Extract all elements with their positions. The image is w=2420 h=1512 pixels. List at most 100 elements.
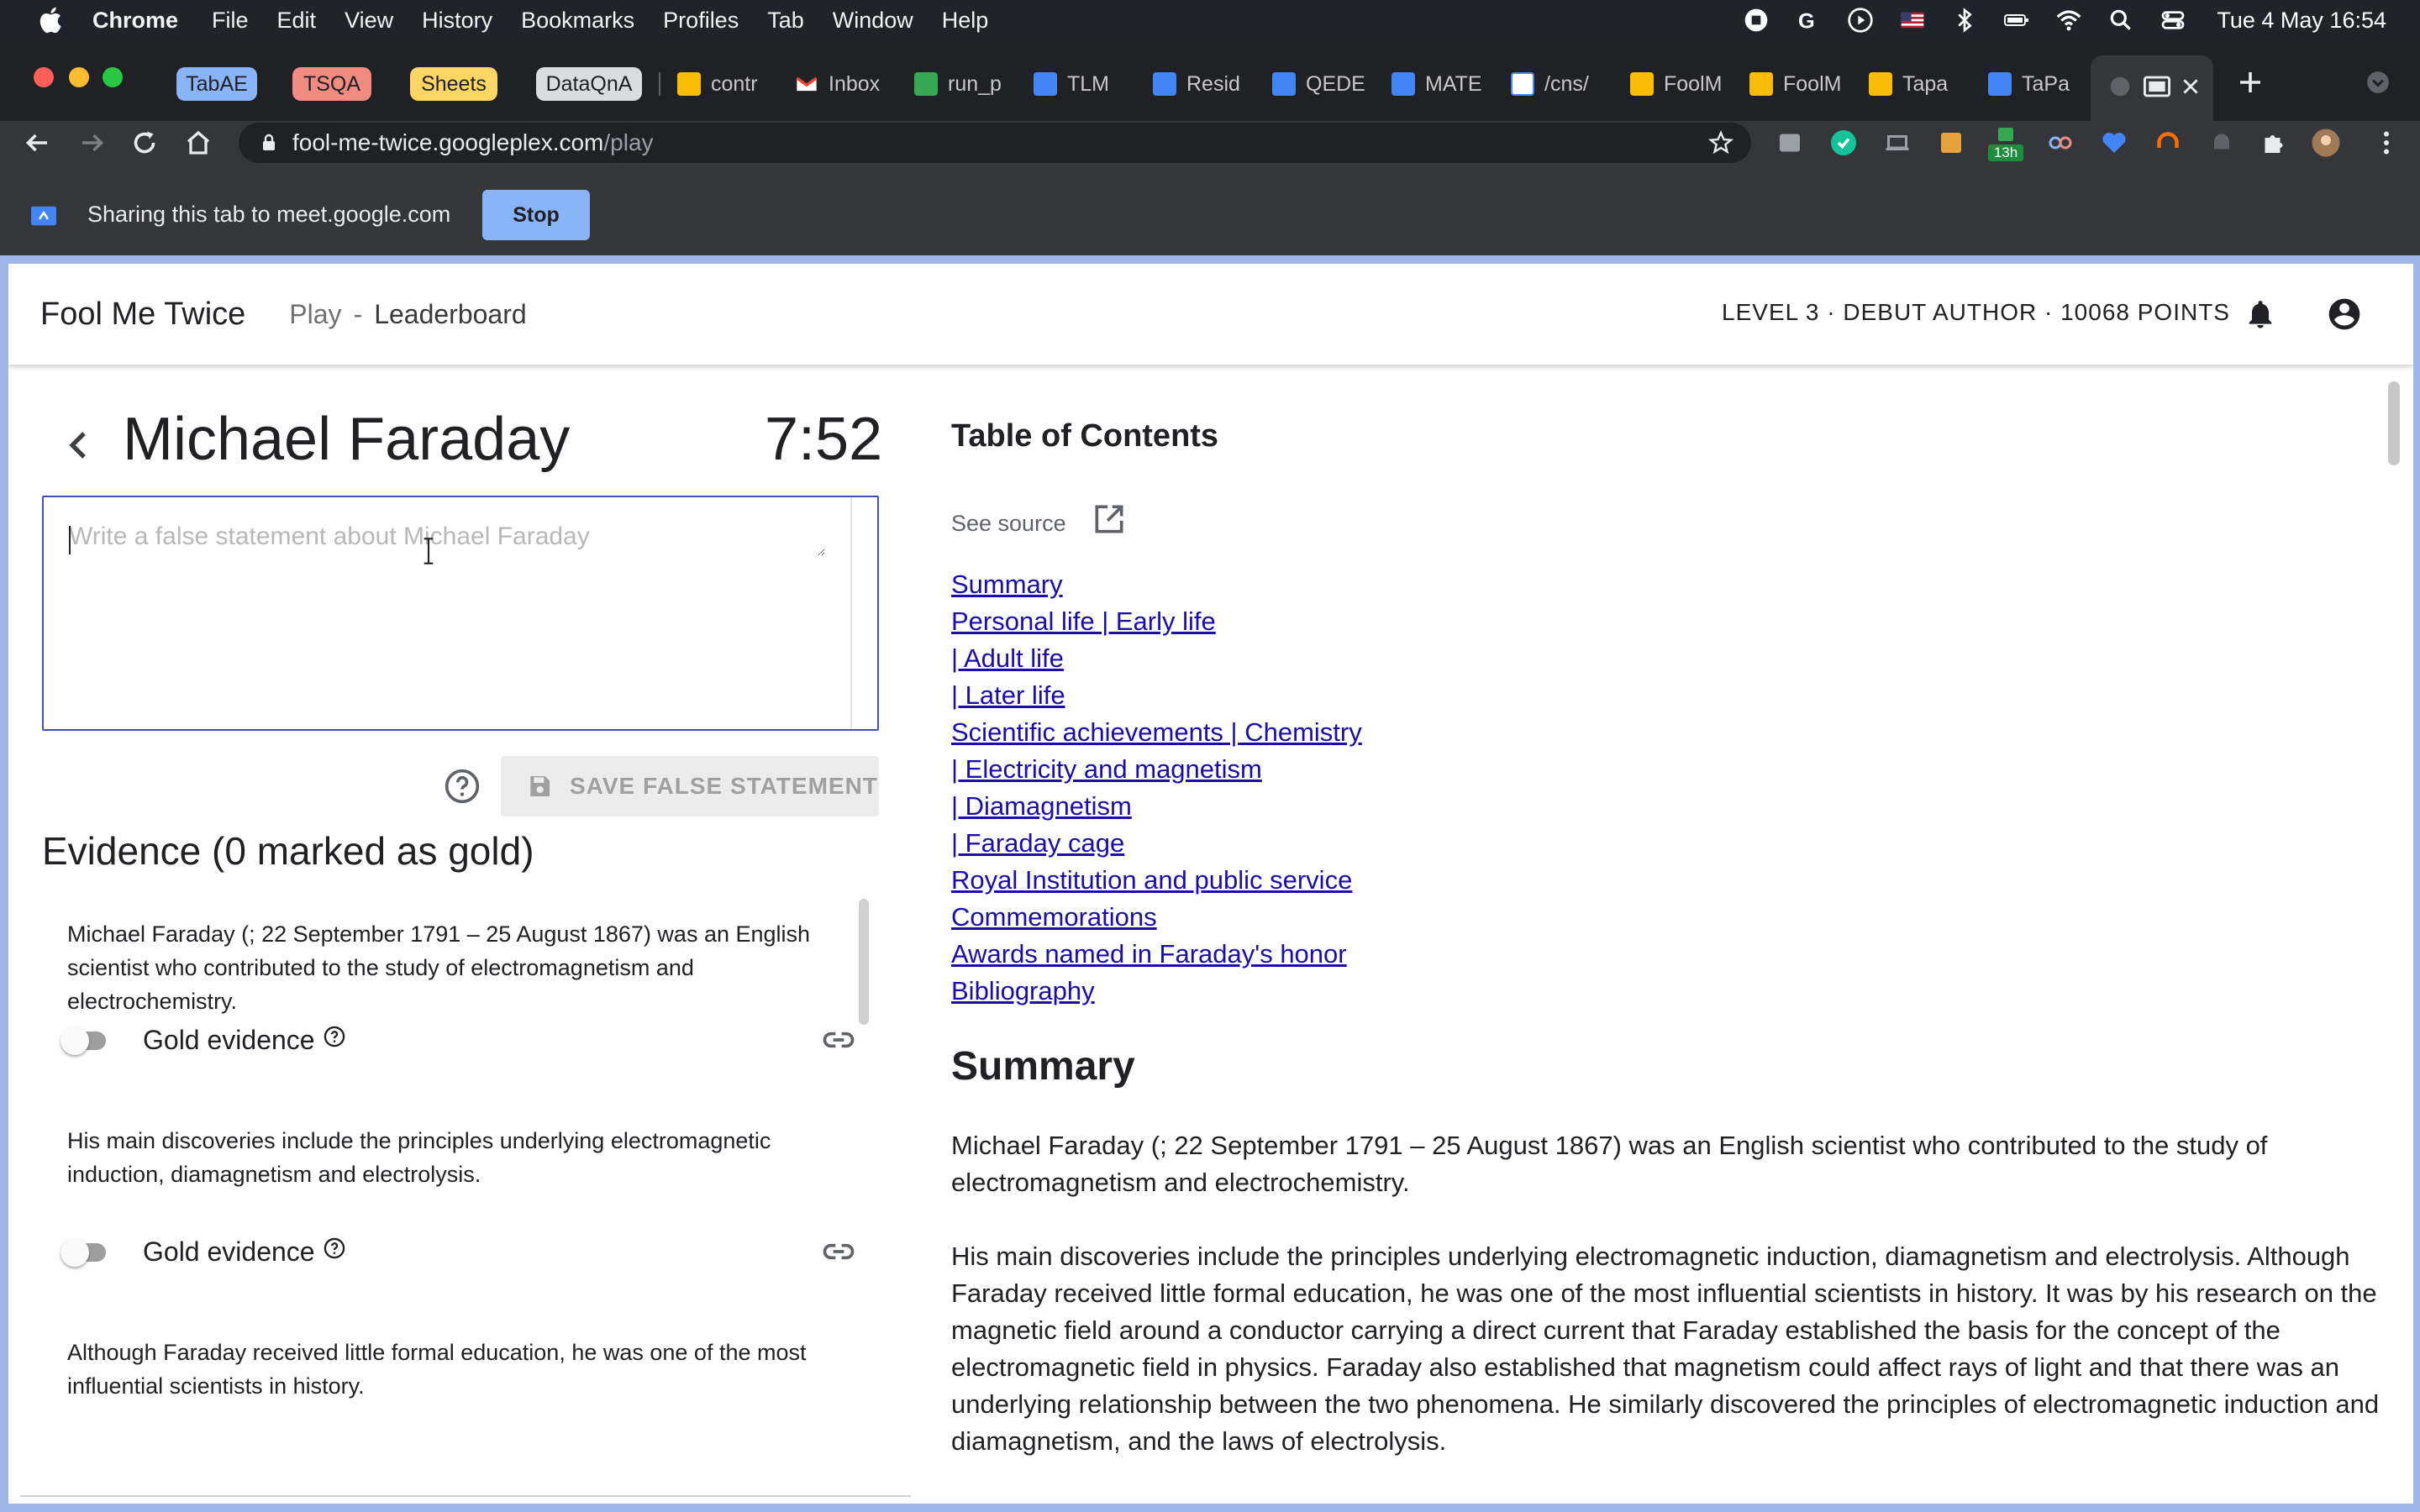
browser-tab[interactable]: contr	[669, 66, 776, 102]
close-tab-icon[interactable]	[2180, 76, 2202, 97]
wifi-icon[interactable]	[2055, 7, 2082, 34]
menu-profiles[interactable]: Profiles	[663, 8, 739, 34]
bluetooth-icon[interactable]	[1951, 7, 1978, 34]
profile-avatar-icon[interactable]	[2311, 128, 2341, 158]
browser-tab[interactable]: FoolM	[1741, 66, 1847, 102]
active-tab[interactable]	[2091, 55, 2213, 121]
menu-bookmarks[interactable]: Bookmarks	[521, 8, 634, 34]
lock-icon[interactable]	[259, 133, 279, 153]
browser-tab[interactable]: TLM	[1025, 66, 1131, 102]
help-icon[interactable]	[444, 768, 481, 805]
tab-group-tabae[interactable]: TabAE	[176, 67, 257, 101]
false-statement-input[interactable]	[69, 522, 825, 556]
toc-link-diamagnetism[interactable]: | Diamagnetism	[951, 788, 1362, 825]
false-statement-field[interactable]	[42, 496, 879, 731]
play-icon[interactable]	[1847, 7, 1874, 34]
toc-link-awards[interactable]: Awards named in Faraday's honor	[951, 936, 1362, 973]
tab-group-sheets[interactable]: Sheets	[410, 67, 497, 101]
menu-help[interactable]: Help	[942, 8, 989, 34]
record-icon[interactable]	[1743, 7, 1770, 34]
stop-sharing-button[interactable]: Stop	[482, 190, 590, 240]
apple-icon[interactable]	[37, 5, 67, 35]
menu-tab[interactable]: Tab	[767, 8, 804, 34]
cast-extension-icon[interactable]	[1775, 128, 1805, 158]
toc-link-summary[interactable]: Summary	[951, 566, 1362, 603]
evidence-link-icon[interactable]	[820, 1233, 857, 1270]
evidence-link-icon[interactable]	[820, 1021, 857, 1058]
nav-play-link[interactable]: Play	[289, 299, 341, 330]
evidence-scrollbar[interactable]	[859, 899, 869, 1025]
laptop-extension-icon[interactable]	[1882, 128, 1912, 158]
chrome-menu-icon[interactable]	[2371, 128, 2402, 158]
toc-link-chemistry[interactable]: Scientific achievements | Chemistry	[951, 714, 1362, 751]
browser-tab[interactable]: Resid	[1144, 66, 1250, 102]
gold-evidence-help-icon[interactable]	[323, 1025, 346, 1048]
nav-leaderboard-link[interactable]: Leaderboard	[374, 299, 526, 330]
toc-link-commemorations[interactable]: Commemorations	[951, 899, 1362, 936]
gold-evidence-toggle[interactable]	[60, 1233, 111, 1270]
toc-link-early-life[interactable]: Personal life | Early life	[951, 603, 1362, 640]
evidence-list[interactable]: Michael Faraday (; 22 September 1791 – 2…	[42, 899, 911, 1504]
control-center-icon[interactable]	[2160, 7, 2186, 34]
new-tab-icon[interactable]	[2235, 67, 2265, 97]
minimize-window-button[interactable]	[69, 67, 89, 87]
browser-tab[interactable]: Tapa	[1860, 66, 1966, 102]
back-chevron-icon[interactable]	[59, 425, 99, 465]
battery-icon[interactable]	[2003, 7, 2030, 34]
heart-extension-icon[interactable]	[2099, 128, 2129, 158]
menu-clock[interactable]: Tue 4 May 16:54	[2217, 8, 2386, 34]
article-scrollbar[interactable]	[2388, 381, 2400, 465]
google-icon[interactable]: G	[1795, 7, 1822, 34]
tab-group-tsqa[interactable]: TSQA	[292, 67, 371, 101]
menu-view[interactable]: View	[345, 8, 393, 34]
browser-tab[interactable]: Inbox	[786, 66, 891, 102]
menu-window[interactable]: Window	[833, 8, 913, 34]
back-arrow-icon[interactable]	[22, 128, 52, 158]
forward-arrow-icon[interactable]	[77, 128, 108, 158]
bell-extension-icon[interactable]	[2207, 128, 2237, 158]
app-title[interactable]: Fool Me Twice	[40, 297, 245, 333]
browser-tab[interactable]: run_p	[906, 66, 1012, 102]
zoom-window-button[interactable]	[103, 67, 123, 87]
toc-link-bibliography[interactable]: Bibliography	[951, 973, 1362, 1010]
text-caret	[69, 526, 71, 554]
account-circle-icon[interactable]	[2326, 296, 2363, 333]
menu-app-name[interactable]: Chrome	[92, 8, 178, 34]
toc-link-later-life[interactable]: | Later life	[951, 677, 1362, 714]
address-bar[interactable]: fool-me-twice.googleplex.com/play	[239, 123, 1751, 163]
see-source-label[interactable]: See source	[951, 511, 1066, 537]
spotlight-search-icon[interactable]	[2107, 7, 2134, 34]
notifications-bell-icon[interactable]	[2244, 297, 2277, 331]
browser-tab[interactable]: QEDE	[1264, 66, 1370, 102]
toc-link-electricity-magnetism[interactable]: | Electricity and magnetism	[951, 751, 1362, 788]
bookmark-star-icon[interactable]	[1707, 129, 1734, 156]
gold-evidence-toggle[interactable]	[60, 1021, 111, 1058]
toc-link-royal-institution[interactable]: Royal Institution and public service	[951, 862, 1362, 899]
browser-tab[interactable]: MATE	[1383, 66, 1489, 102]
menu-history[interactable]: History	[422, 8, 492, 34]
reader-extension-icon[interactable]	[2045, 128, 2075, 158]
gold-evidence-help-icon[interactable]	[323, 1236, 346, 1260]
browser-tab[interactable]: /cns/	[1502, 66, 1608, 102]
home-icon[interactable]	[183, 128, 213, 158]
tab-group-dataqna[interactable]: DataQnA	[536, 67, 642, 101]
reload-icon[interactable]	[129, 128, 160, 158]
menu-file[interactable]: File	[212, 8, 249, 34]
close-window-button[interactable]	[34, 67, 54, 87]
toc-link-faraday-cage[interactable]: | Faraday cage	[951, 825, 1362, 862]
menu-edit[interactable]: Edit	[277, 8, 317, 34]
save-false-statement-button[interactable]: SAVE FALSE STATEMENT	[501, 756, 879, 816]
grammar-extension-icon[interactable]	[1828, 128, 1859, 158]
evidence-heading: Evidence (0 marked as gold)	[42, 829, 534, 873]
browser-tab[interactable]: TaPa	[1980, 66, 2086, 102]
tab-search-icon[interactable]	[2366, 71, 2390, 94]
keyboard-flag-icon[interactable]	[1899, 7, 1926, 34]
browser-tab[interactable]: FoolM	[1622, 66, 1728, 102]
notes-extension-icon[interactable]	[1936, 128, 1966, 158]
extensions-puzzle-icon[interactable]	[2259, 128, 2289, 158]
toc-link-adult-life[interactable]: | Adult life	[951, 640, 1362, 677]
headphones-extension-icon[interactable]	[2153, 128, 2183, 158]
open-in-new-icon[interactable]	[1091, 501, 1128, 538]
evidence-text: Although Faraday received little formal …	[67, 1340, 807, 1399]
timer-extension[interactable]: 13h	[1988, 124, 2023, 161]
